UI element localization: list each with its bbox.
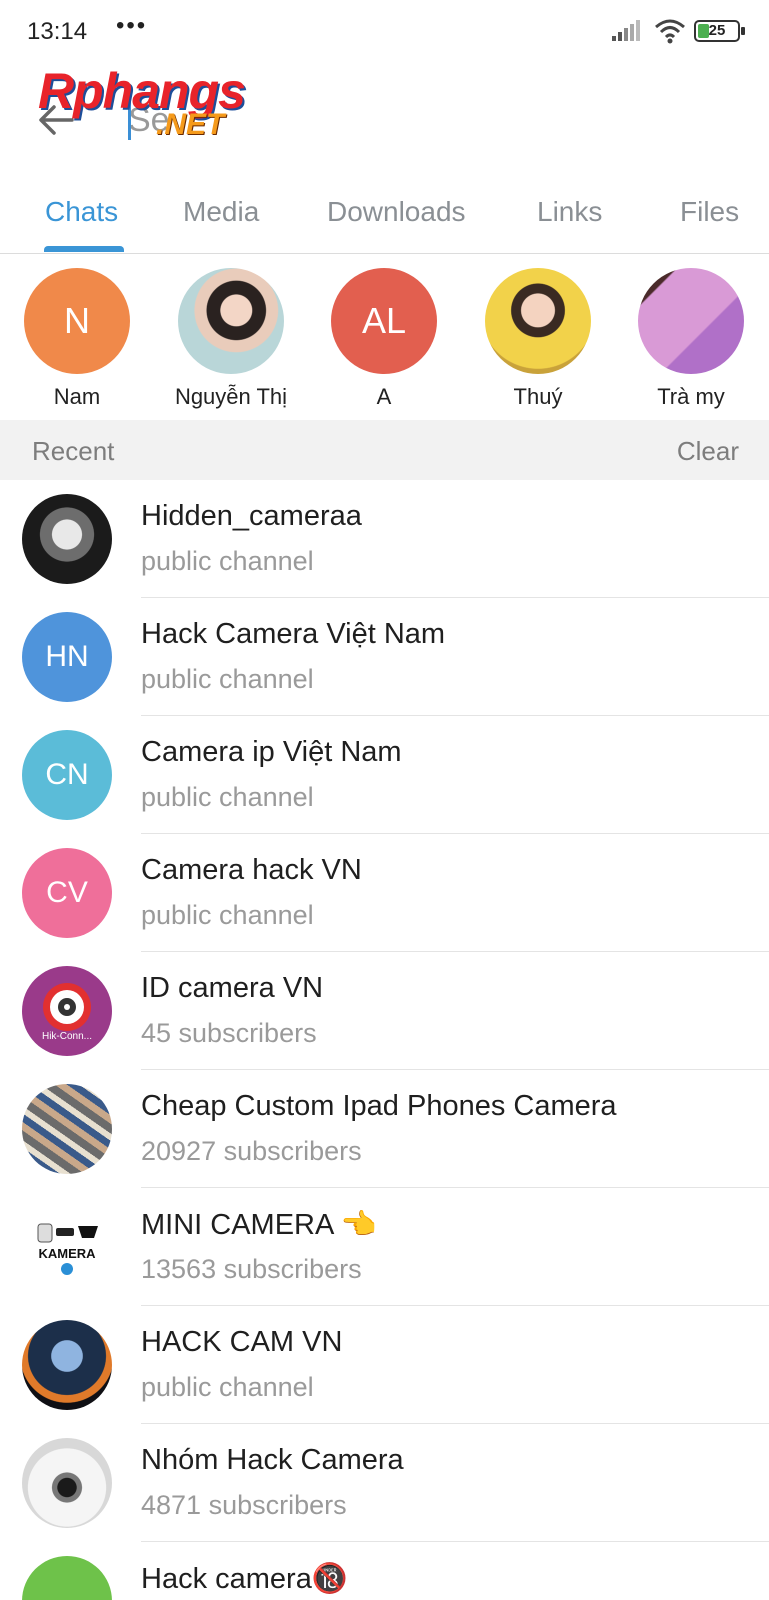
avatar: KAMERA: [22, 1202, 112, 1292]
chat-title: MINI CAMERA 👈: [141, 1209, 377, 1241]
top-person[interactable]: Thuý: [463, 268, 613, 410]
avatar: [638, 268, 744, 374]
chat-subtitle: 4871 subscribers: [141, 1490, 347, 1520]
top-person[interactable]: AL A: [309, 268, 459, 410]
top-person[interactable]: Trà my: [616, 268, 766, 410]
watermark-logo: Rphangs .NET: [38, 62, 278, 142]
tab-chats[interactable]: Chats: [45, 196, 118, 228]
chat-title: Nhóm Hack Camera: [141, 1444, 404, 1476]
tab-media[interactable]: Media: [183, 196, 259, 228]
avatar: [485, 268, 591, 374]
avatar: [22, 1084, 112, 1174]
hik-connect-logo-icon: [43, 982, 91, 1031]
chat-title: Hack Camera Việt Nam: [141, 618, 446, 650]
list-item[interactable]: KAMERA MINI CAMERA 👈 13563 subscribers: [0, 1188, 769, 1306]
list-item[interactable]: HACK CAM VN public channel: [0, 1306, 769, 1424]
chat-subtitle: public channel: [141, 782, 314, 812]
chat-title: Camera ip Việt Nam: [141, 736, 402, 768]
avatar: [22, 1320, 112, 1410]
wifi-icon: [655, 19, 685, 44]
chat-title: ID camera VN: [141, 972, 324, 1004]
chat-subtitle: public channel: [141, 546, 314, 576]
chat-subtitle: public channel: [141, 664, 314, 694]
search-header: Rphangs .NET: [0, 60, 769, 178]
top-person[interactable]: N Nam: [2, 268, 152, 410]
list-item[interactable]: Hik-Conn... ID camera VN 45 subscribers: [0, 952, 769, 1070]
tab-links[interactable]: Links: [537, 196, 602, 228]
camera-icon: [37, 1223, 98, 1242]
list-item[interactable]: CV Camera hack VN public channel: [0, 834, 769, 952]
avatar: [22, 1438, 112, 1528]
chat-subtitle: 45 subscribers: [141, 1018, 317, 1048]
avatar-caption: Hik-Conn...: [41, 1030, 92, 1042]
person-name: A: [376, 384, 392, 409]
recent-section-header: Recent Clear: [0, 420, 769, 480]
tab-downloads[interactable]: Downloads: [327, 196, 466, 228]
status-notification-dots: •••: [116, 12, 148, 39]
chat-subtitle: 13563 subscribers: [141, 1254, 362, 1284]
chat-subtitle: public channel: [141, 900, 314, 930]
avatar-caption: KAMERA: [38, 1245, 96, 1261]
list-item[interactable]: CN Camera ip Việt Nam public channel: [0, 716, 769, 834]
avatar: [178, 268, 284, 374]
clear-recent-button[interactable]: Clear: [677, 436, 739, 467]
chat-results-list: Hidden_cameraa public channel HN Hack Ca…: [0, 480, 769, 1600]
chat-subtitle: 20927 subscribers: [141, 1136, 362, 1166]
active-tab-indicator: [44, 246, 124, 252]
avatar: HN: [22, 612, 112, 702]
search-tabs: Chats Media Downloads Links Files: [0, 178, 769, 254]
chat-title: Hidden_cameraa: [141, 500, 362, 532]
avatar: [22, 1556, 112, 1600]
battery-icon: 25: [694, 20, 745, 42]
person-name: Trà my: [657, 384, 725, 409]
person-name: Thuý: [513, 384, 563, 409]
chat-title: HACK CAM VN: [141, 1326, 343, 1358]
chat-title: Cheap Custom Ipad Phones Camera: [141, 1090, 617, 1122]
list-item[interactable]: HN Hack Camera Việt Nam public channel: [0, 598, 769, 716]
battery-level: 25: [708, 22, 726, 39]
chat-title: Hack camera🔞: [141, 1563, 348, 1595]
person-name: Nguyễn Thị: [174, 384, 288, 409]
list-item[interactable]: Cheap Custom Ipad Phones Camera 20927 su…: [0, 1070, 769, 1188]
chat-subtitle: public channel: [141, 1372, 314, 1402]
avatar: CV: [22, 848, 112, 938]
list-item[interactable]: Hack camera🔞: [0, 1542, 769, 1600]
list-item[interactable]: Hidden_cameraa public channel: [0, 480, 769, 598]
avatar: AL: [331, 268, 437, 374]
avatar: N: [24, 268, 130, 374]
status-time: 13:14: [27, 18, 88, 45]
status-bar: 13:14 ••• 25: [0, 0, 769, 60]
list-item[interactable]: Nhóm Hack Camera 4871 subscribers: [0, 1424, 769, 1542]
chat-title: Camera hack VN: [141, 854, 362, 886]
recent-label: Recent: [32, 436, 115, 466]
top-person[interactable]: Nguyễn Thị: [156, 268, 306, 410]
logo-suffix: .NET: [156, 108, 225, 141]
avatar: [22, 494, 112, 584]
person-name: Nam: [53, 384, 101, 409]
avatar: CN: [22, 730, 112, 820]
top-people-strip: N Nam Nguyễn Thị AL A Thuý Trà my: [0, 256, 769, 420]
avatar: Hik-Conn...: [22, 966, 112, 1056]
tab-files[interactable]: Files: [680, 196, 739, 228]
signal-icon: [612, 20, 640, 41]
